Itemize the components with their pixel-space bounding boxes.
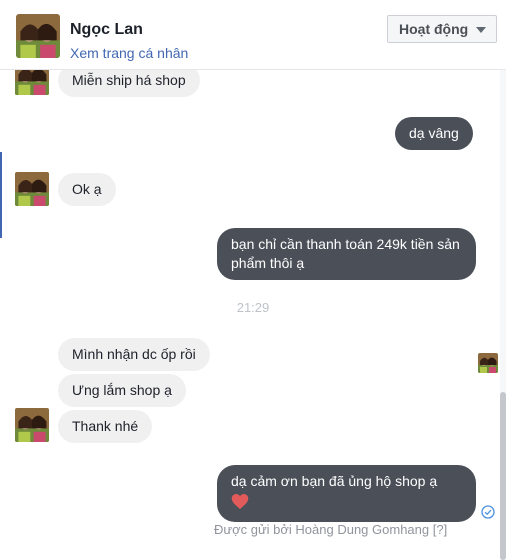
heart-icon [231, 493, 249, 515]
contact-avatar[interactable] [16, 14, 60, 58]
message-text: dạ cảm ơn bạn đã ủng hộ shop ạ [231, 473, 438, 489]
check-circle-icon [481, 505, 495, 519]
chat-header: Ngọc Lan Xem trang cá nhân Hoạt động [0, 0, 506, 70]
message-outgoing: dạ vâng [395, 117, 473, 150]
message-timestamp: 21:29 [236, 300, 270, 315]
sent-by-label: Được gửi bởi Hoàng Dung Gomhang [?] [214, 522, 448, 537]
left-accent-line [0, 152, 2, 238]
contact-name[interactable]: Ngọc Lan [70, 21, 143, 39]
status-dropdown-button[interactable]: Hoạt động [387, 15, 497, 43]
view-profile-link[interactable]: Xem trang cá nhân [70, 45, 188, 61]
message-outgoing: dạ cảm ơn bạn đã ủng hộ shop ạ [217, 465, 476, 522]
sender-avatar[interactable] [15, 408, 49, 442]
message-incoming: Ok ạ [58, 173, 116, 206]
message-incoming: Thank nhé [58, 410, 153, 443]
caret-down-icon [476, 27, 486, 33]
scrollbar-thumb[interactable] [500, 392, 506, 560]
message-incoming: Mình nhận dc ốp rồi [58, 338, 210, 371]
status-label: Hoạt động [399, 21, 469, 37]
seen-indicator-avatar [478, 353, 498, 373]
message-incoming: Ưng lắm shop ạ [58, 374, 186, 407]
sender-avatar[interactable] [15, 172, 49, 206]
message-outgoing: bạn chỉ cần thanh toán 249k tiền sản phẩ… [217, 228, 476, 280]
